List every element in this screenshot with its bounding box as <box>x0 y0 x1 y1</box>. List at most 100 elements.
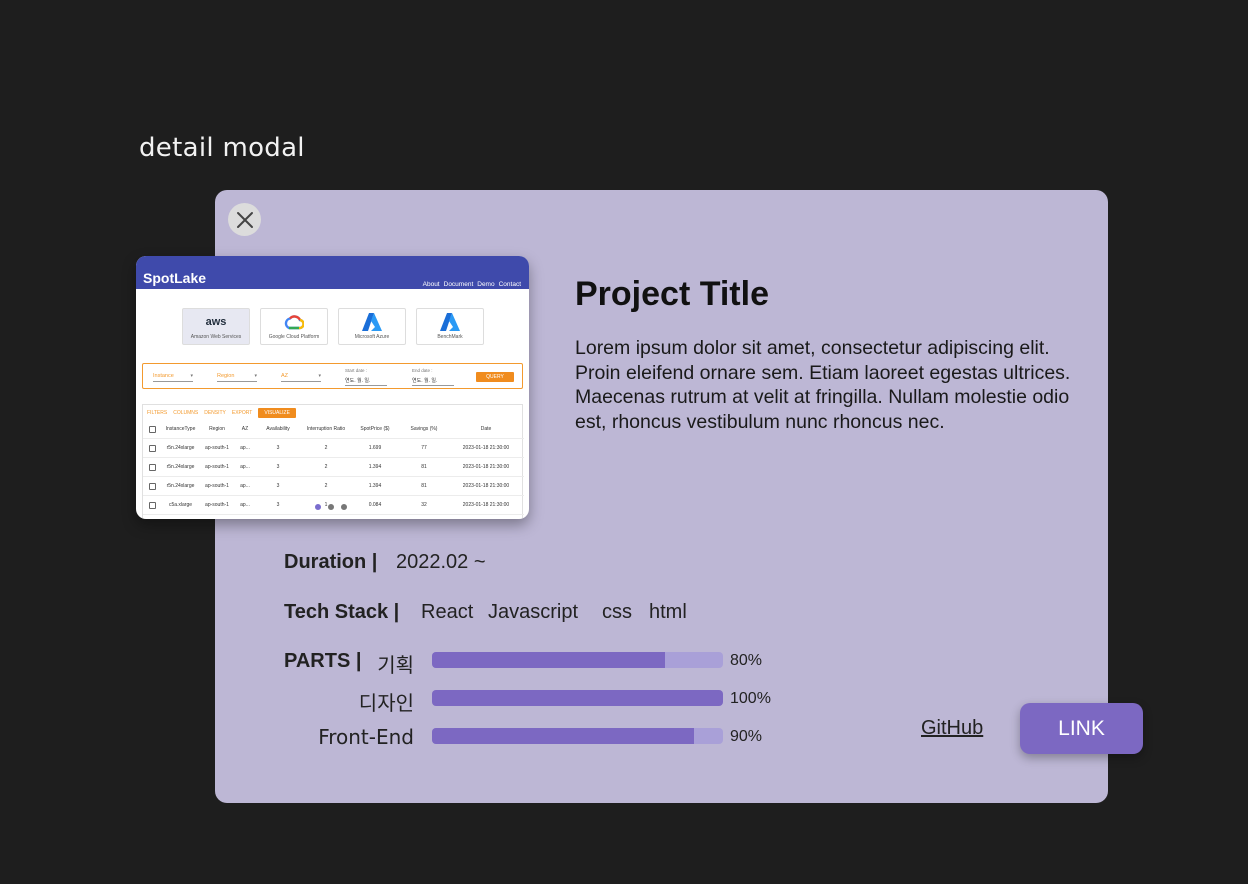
screenshot-navbar: SpotLake About Document Demo Contact <box>136 256 529 289</box>
table-row: r5n.24xlarge ap-south-1 ap... 3 2 1.394 … <box>143 458 524 477</box>
table-cell: 2023-01-18 21:30:00 <box>462 464 510 470</box>
table-cell: r5n.24xlarge <box>166 483 195 489</box>
table-cell: 2 <box>324 445 328 451</box>
table-cell: 32 <box>421 502 427 508</box>
grid-header: InstanceType Region AZ Availability Inte… <box>143 420 524 439</box>
table-cell: 3 <box>276 483 280 489</box>
progress-bar <box>432 652 723 668</box>
azure-icon <box>439 313 461 331</box>
screenshot-filterbar: Instance Region AZ Start date : 연도. 월. 일… <box>142 363 523 389</box>
project-screenshot[interactable]: SpotLake About Document Demo Contact aws… <box>136 256 529 519</box>
table-cell: 2023-01-18 21:30:00 <box>462 502 510 508</box>
table-cell: 2 <box>324 483 328 489</box>
table-cell: 3 <box>276 464 280 470</box>
progress-percent: 100% <box>730 690 771 707</box>
start-date-label: Start date : <box>345 368 368 373</box>
table-cell: ap-south-1 <box>205 502 229 508</box>
column-header: Region <box>209 426 225 432</box>
table-cell: 81 <box>421 464 427 470</box>
part-name: 디자인 <box>358 691 414 715</box>
close-button[interactable] <box>228 203 261 236</box>
column-header: InstanceType <box>165 426 196 432</box>
azure-icon <box>361 313 383 331</box>
checkbox <box>149 425 156 433</box>
close-icon <box>236 211 253 228</box>
columns-tool: COLUMNS <box>173 410 199 416</box>
table-cell: r5n.24xlarge <box>166 445 195 451</box>
instance-select: Instance <box>153 373 193 382</box>
grid-toolbar: FILTERS COLUMNS DENSITY EXPORT VISUALIZE <box>147 408 296 418</box>
tech-item: css <box>602 601 632 623</box>
checkbox <box>149 444 156 452</box>
screenshot-nav-link: Contact <box>498 281 521 288</box>
table-cell: ap-south-1 <box>205 464 229 470</box>
aws-logo: aws <box>205 316 227 328</box>
provider-card: Google Cloud Platform <box>260 308 328 345</box>
carousel-dot[interactable] <box>315 504 321 510</box>
progress-percent: 80% <box>730 652 763 669</box>
part-name: Front-End <box>318 725 414 749</box>
table-cell: 1.394 <box>368 483 382 489</box>
table-cell: 2 <box>324 464 328 470</box>
duration-value: 2022.02 ~ <box>396 551 486 573</box>
table-cell: ap-south-1 <box>205 445 229 451</box>
table-cell: 0.084 <box>368 502 382 508</box>
progress-bar <box>432 690 723 706</box>
region-select: Region <box>217 373 257 382</box>
screenshot-nav-links: About Document Demo Contact <box>423 281 521 288</box>
tech-item: React <box>421 601 474 623</box>
table-cell: ap... <box>240 502 250 508</box>
start-date-value: 연도. 월. 일. <box>345 377 387 386</box>
export-tool: EXPORT <box>231 410 253 416</box>
table-cell: 2023-01-18 21:30:00 <box>462 483 510 489</box>
provider-card: aws Amazon Web Services <box>182 308 250 345</box>
carousel-dot[interactable] <box>341 504 347 510</box>
progress-fill <box>432 652 665 668</box>
provider-name: Google Cloud Platform <box>268 333 320 340</box>
filters-tool: FILTERS <box>147 410 168 416</box>
density-tool: DENSITY <box>204 410 226 416</box>
column-header: Availability <box>266 426 290 432</box>
github-link[interactable]: GitHub <box>921 717 983 740</box>
tech-item: html <box>649 601 687 623</box>
table-cell: 3 <box>276 502 280 508</box>
table-cell: ap-south-1 <box>205 483 229 489</box>
query-button: QUERY <box>476 372 514 382</box>
table-cell: 77 <box>421 445 427 451</box>
column-header: Date <box>480 426 492 432</box>
provider-name: Amazon Web Services <box>190 333 242 340</box>
carousel-dot[interactable] <box>328 504 334 510</box>
table-cell: 1.394 <box>368 464 382 470</box>
table-cell: 2023-01-18 21:30:00 <box>462 445 510 451</box>
link-button[interactable]: LINK <box>1020 703 1143 754</box>
table-cell: ap... <box>240 464 250 470</box>
google-cloud-icon <box>284 314 304 331</box>
end-date-value: 연도. 월. 일. <box>412 377 454 386</box>
visualize-button: VISUALIZE <box>258 408 296 418</box>
tech-item: Javascript <box>488 601 579 623</box>
az-select: AZ <box>281 373 321 382</box>
provider-card: Microsoft Azure <box>338 308 406 345</box>
provider-list: aws Amazon Web Services Google Cloud Pla… <box>182 308 484 345</box>
table-cell: 3 <box>276 445 280 451</box>
column-header: Savings (%) <box>410 426 438 432</box>
frame-label: detail modal <box>139 133 305 163</box>
table-cell: c5a.xlarge <box>168 502 193 508</box>
project-title: Project Title <box>575 275 769 313</box>
screenshot-nav-link: About <box>422 281 440 288</box>
table-cell: 81 <box>421 483 427 489</box>
progress-percent: 90% <box>730 728 763 745</box>
part-name: 기획 <box>377 653 414 677</box>
progress-fill <box>432 690 723 706</box>
column-header: SpotPrice ($) <box>360 426 390 432</box>
provider-card: BenchMark <box>416 308 484 345</box>
table-cell: 1.699 <box>368 445 382 451</box>
screenshot-nav-link: Document <box>443 281 474 288</box>
checkbox <box>149 501 156 509</box>
column-header: AZ <box>241 426 249 432</box>
duration-label: Duration | <box>284 551 378 573</box>
table-row: r5n.24xlarge ap-south-1 ap... 3 2 1.394 … <box>143 477 524 496</box>
checkbox <box>149 463 156 471</box>
column-header: Interruption Ratio <box>306 426 346 432</box>
table-cell: ap... <box>240 483 250 489</box>
